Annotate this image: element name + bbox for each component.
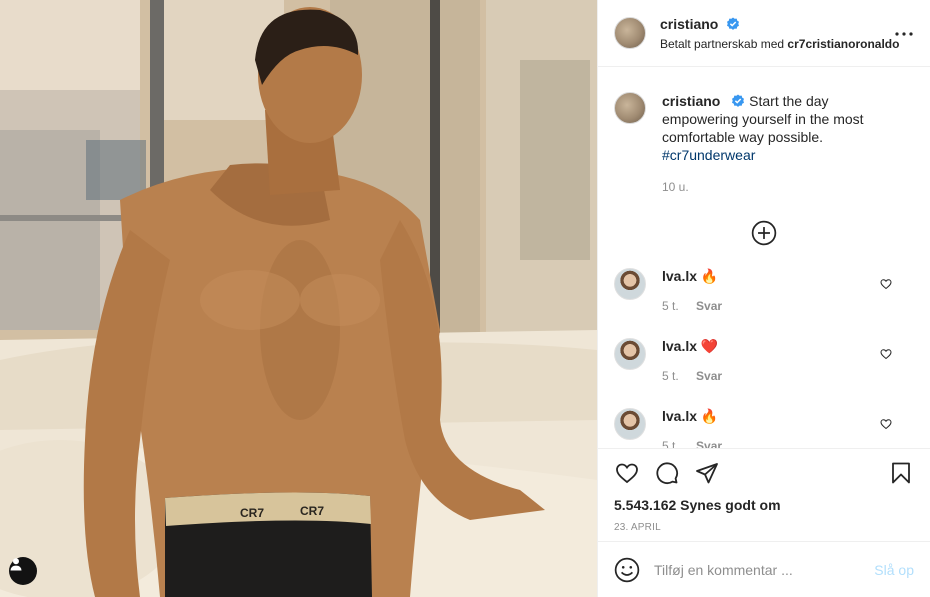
caption-avatar[interactable] [614,92,646,124]
comment-time[interactable]: 5 t. [662,369,679,383]
heart-icon[interactable] [880,348,892,360]
comments-list[interactable]: cristiano Start the day empowering yours… [598,68,930,448]
post-comment-button[interactable]: Slå op [874,562,914,578]
more-options-button[interactable] [892,22,916,46]
reply-button[interactable]: Svar [696,299,722,313]
more-dots-icon [895,32,913,36]
emoji-icon[interactable] [614,557,640,583]
post-caption: cristiano Start the day empowering yours… [614,68,914,196]
commenter-avatar[interactable] [614,338,646,370]
comment-item: lva.lx 🔥 5 t. Svar [614,268,914,338]
post-photo[interactable]: CR7 CR7 [0,0,597,597]
comment-time[interactable]: 5 t. [662,439,679,448]
comment-username[interactable]: lva.lx [662,408,697,424]
commenter-avatar[interactable] [614,268,646,300]
author-avatar[interactable] [614,17,646,49]
comment-text: ❤️ [700,338,719,354]
commenter-avatar[interactable] [614,408,646,440]
bookmark-icon [892,462,910,484]
comment-username[interactable]: lva.lx [662,338,697,354]
comment-item: lva.lx 🔥 5 t. Svar [614,408,914,448]
heart-icon[interactable] [880,278,892,290]
add-comment-bar: Slå op [598,541,930,597]
partnership-prefix: Betalt partnerskab med [660,36,785,51]
comment-input[interactable] [654,561,875,578]
post-actions: 5.543.162 Synes godt om 23. APRIL [598,448,930,542]
heart-icon[interactable] [880,418,892,430]
photo-illustration [0,0,597,597]
save-button[interactable] [888,460,914,486]
caption-time[interactable]: 10 u. [662,178,907,196]
speech-bubble-icon [656,462,679,485]
comment-text: 🔥 [700,268,719,284]
like-button[interactable] [614,460,640,486]
comment-text: 🔥 [700,408,719,424]
comment-item: lva.lx ❤️ 5 t. Svar [614,338,914,408]
share-button[interactable] [694,460,720,486]
person-icon [10,558,22,571]
author-username[interactable]: cristiano [660,16,718,32]
verified-badge-icon [732,94,745,107]
reply-button[interactable]: Svar [696,439,722,448]
heart-icon [616,463,638,484]
post-date[interactable]: 23. APRIL [614,522,914,533]
tagged-users-button[interactable] [9,557,37,585]
comment-username[interactable]: lva.lx [662,268,697,284]
comment-button[interactable] [654,460,680,486]
reply-button[interactable]: Svar [696,369,722,383]
verified-badge-icon [726,17,739,31]
paper-plane-icon [696,463,718,484]
likes-count[interactable]: 5.543.162 Synes godt om [614,497,914,513]
load-more-comments [614,220,914,246]
post-header: cristiano Betalt partnerskab med cr7cris… [598,0,930,67]
caption-hashtag[interactable]: #cr7underwear [662,147,755,163]
post-side-panel: cristiano Betalt partnerskab med cr7cris… [597,0,930,597]
plus-circle-icon[interactable] [751,220,777,246]
partner-link[interactable]: cr7cristianoronaldo [787,37,899,51]
comment-time[interactable]: 5 t. [662,299,679,313]
caption-username[interactable]: cristiano [662,93,720,109]
